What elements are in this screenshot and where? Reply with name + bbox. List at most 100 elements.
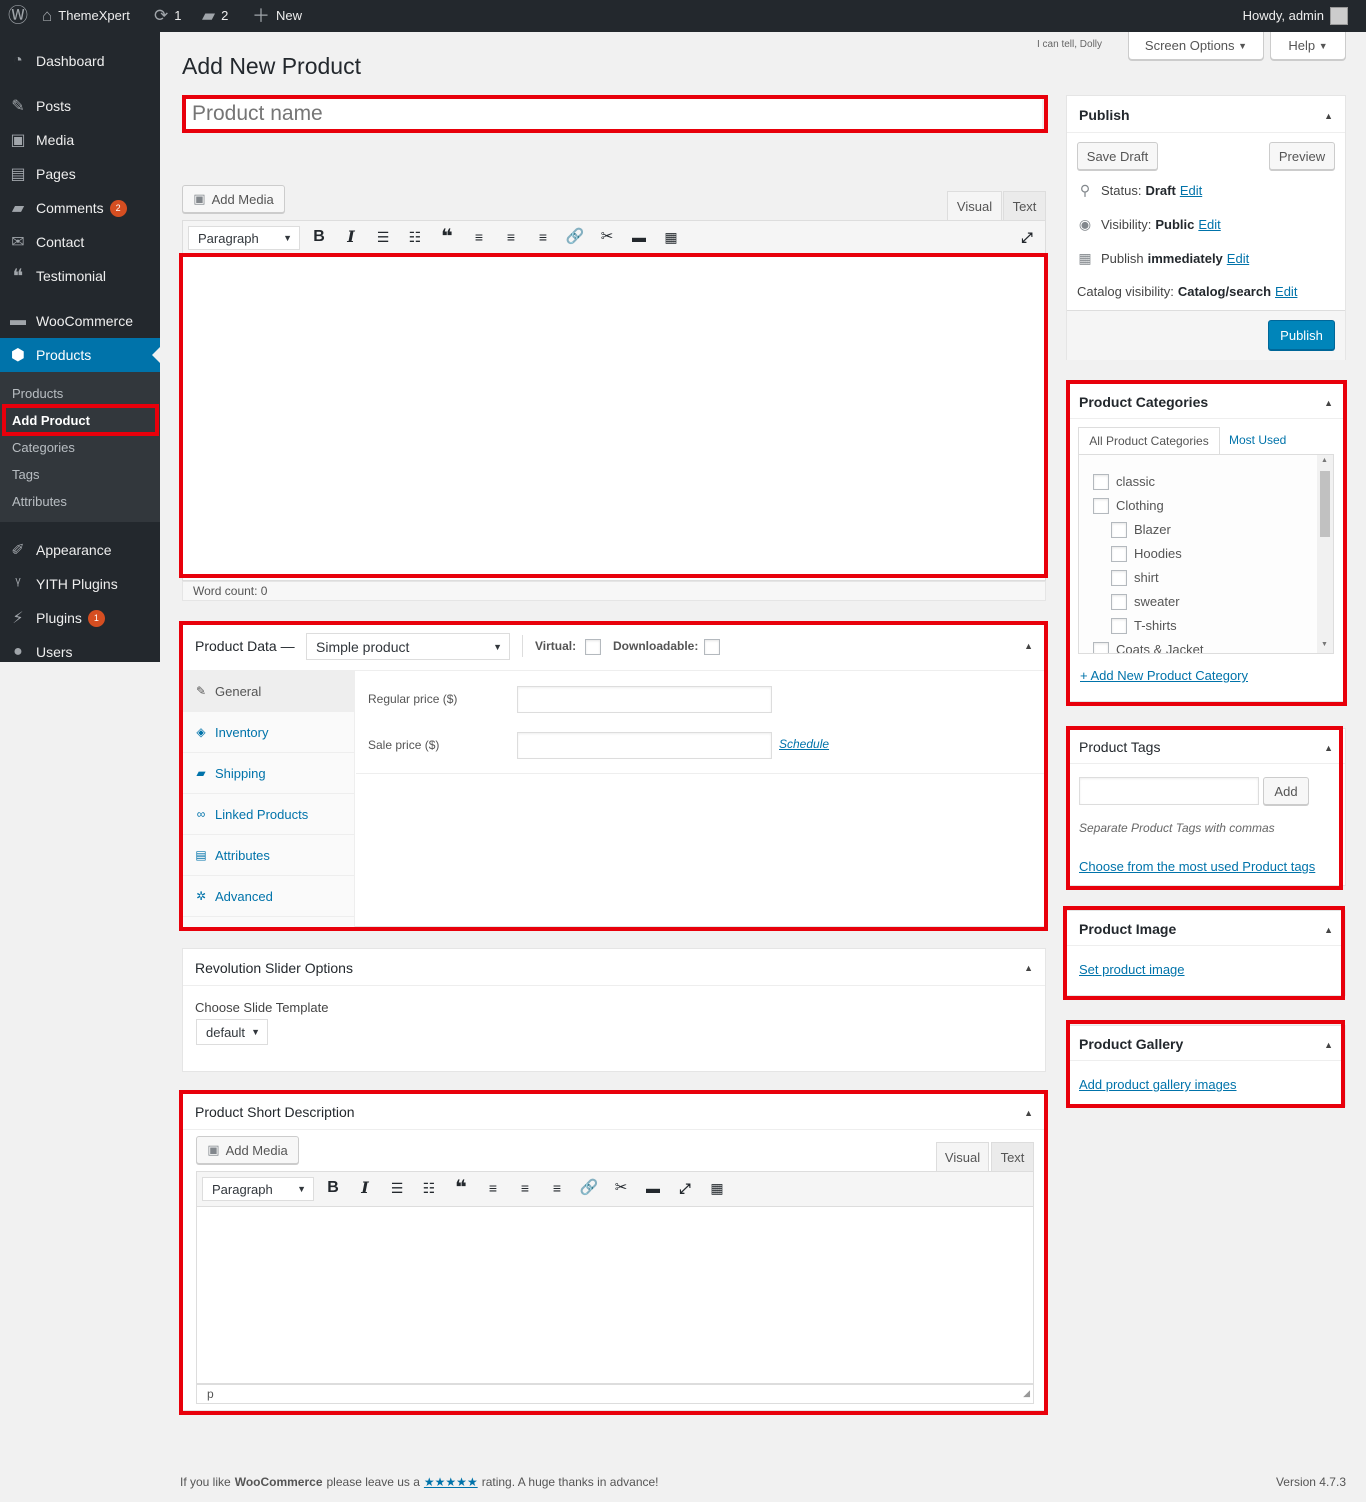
toggle-arrow-icon[interactable]: ▲ <box>1024 641 1033 651</box>
category-checkbox-t-shirts[interactable] <box>1111 618 1127 634</box>
submenu-add-product[interactable]: Add Product <box>12 413 90 428</box>
sidebar-item-products[interactable]: ⬢ Products <box>0 338 160 372</box>
submenu-attributes[interactable]: Attributes <box>12 494 67 509</box>
category-checkbox-classic[interactable] <box>1093 474 1109 490</box>
regular-price-input[interactable] <box>517 686 772 713</box>
sidebar-item-users[interactable]: ● Users <box>0 635 160 669</box>
tab-attributes[interactable]: ▤ Attributes <box>183 835 355 876</box>
tab-text[interactable]: Text <box>1003 191 1046 221</box>
format-select[interactable]: Paragraph <box>188 226 300 250</box>
add-media-button[interactable]: ▣ Add Media <box>196 1136 299 1164</box>
italic-icon[interactable]: I <box>341 227 361 247</box>
help-button[interactable]: Help ▼ <box>1270 32 1346 60</box>
category-checklist[interactable]: classic Clothing Blazer Hoodies shirt sw… <box>1078 454 1334 654</box>
toggle-arrow-icon[interactable]: ▲ <box>1324 925 1333 935</box>
fullscreen-icon[interactable]: ⤢ <box>1017 227 1037 247</box>
visibility-edit-link[interactable]: Edit <box>1198 217 1220 232</box>
catalog-visibility-edit-link[interactable]: Edit <box>1275 284 1297 299</box>
bold-icon[interactable]: B <box>309 227 329 247</box>
wordpress-logo-icon[interactable]: Ⓦ <box>8 0 28 32</box>
sale-price-input[interactable] <box>517 732 772 759</box>
scrollbar[interactable]: ▲ ▼ <box>1317 455 1333 653</box>
new-content-link[interactable]: ＋ New <box>252 0 302 32</box>
toolbar-toggle-icon[interactable]: ▦ <box>707 1178 727 1198</box>
tab-general[interactable]: ✎ General <box>183 671 355 712</box>
toggle-arrow-icon[interactable]: ▲ <box>1024 963 1033 973</box>
category-checkbox-coats-jacket[interactable] <box>1093 642 1109 653</box>
product-name-input[interactable] <box>186 99 1042 129</box>
sidebar-item-posts[interactable]: ✎ Posts <box>0 89 160 123</box>
content-editor-area[interactable] <box>182 256 1046 581</box>
set-product-image-link[interactable]: Set product image <box>1079 962 1185 977</box>
submenu-tags[interactable]: Tags <box>12 467 39 482</box>
product-type-select[interactable]: Simple product <box>306 633 510 660</box>
sidebar-item-plugins[interactable]: ⚡ Plugins 1 <box>0 601 160 635</box>
add-media-button[interactable]: ▣ Add Media <box>182 185 285 213</box>
blockquote-icon[interactable]: ❝ <box>437 227 457 247</box>
category-checkbox-sweater[interactable] <box>1111 594 1127 610</box>
scroll-up-icon[interactable]: ▲ <box>1321 457 1328 464</box>
toggle-arrow-icon[interactable]: ▲ <box>1324 398 1333 408</box>
bold-icon[interactable]: B <box>323 1178 343 1198</box>
submenu-products[interactable]: Products <box>12 386 63 401</box>
toggle-arrow-icon[interactable]: ▲ <box>1324 743 1333 753</box>
category-checkbox-blazer[interactable] <box>1111 522 1127 538</box>
read-more-icon[interactable]: ▬ <box>643 1178 663 1198</box>
tab-shipping[interactable]: ▰ Shipping <box>183 753 355 794</box>
publish-button[interactable]: Publish <box>1268 320 1335 350</box>
blockquote-icon[interactable]: ❝ <box>451 1178 471 1198</box>
preview-button[interactable]: Preview <box>1269 142 1335 170</box>
downloadable-checkbox[interactable] <box>704 639 720 655</box>
align-left-icon[interactable]: ≡ <box>469 227 489 247</box>
publish-time-edit-link[interactable]: Edit <box>1227 251 1249 266</box>
link-icon[interactable]: 🔗 <box>579 1178 599 1198</box>
sidebar-item-woocommerce[interactable]: ▬ WooCommerce <box>0 304 160 338</box>
save-draft-button[interactable]: Save Draft <box>1077 142 1158 170</box>
sidebar-item-comments[interactable]: ▰ Comments 2 <box>0 191 160 225</box>
sidebar-item-media[interactable]: ▣ Media <box>0 123 160 157</box>
category-checkbox-shirt[interactable] <box>1111 570 1127 586</box>
sidebar-item-appearance[interactable]: ✐ Appearance <box>0 533 160 567</box>
numbered-list-icon[interactable]: ☷ <box>405 227 425 247</box>
scroll-down-icon[interactable]: ▼ <box>1321 641 1328 648</box>
submenu-categories[interactable]: Categories <box>12 440 75 455</box>
toolbar-toggle-icon[interactable]: ▦ <box>661 227 681 247</box>
most-used-tags-link[interactable]: Choose from the most used Product tags <box>1079 859 1315 874</box>
align-right-icon[interactable]: ≡ <box>547 1178 567 1198</box>
tab-all-categories[interactable]: All Product Categories <box>1078 427 1220 455</box>
my-account-link[interactable]: Howdy, admin <box>1243 0 1348 32</box>
add-tag-button[interactable]: Add <box>1263 777 1309 805</box>
tag-input[interactable] <box>1079 777 1259 805</box>
tab-linked-products[interactable]: ∞ Linked Products <box>183 794 355 835</box>
schedule-link[interactable]: Schedule <box>779 737 829 751</box>
align-right-icon[interactable]: ≡ <box>533 227 553 247</box>
sidebar-item-yith-plugins[interactable]: ᵞ YITH Plugins <box>0 567 160 601</box>
toggle-arrow-icon[interactable]: ▲ <box>1024 1108 1033 1118</box>
status-edit-link[interactable]: Edit <box>1180 183 1202 198</box>
rating-stars-link[interactable]: ★★★★★ <box>424 1475 478 1489</box>
unlink-icon[interactable]: ✂ <box>611 1178 631 1198</box>
comments-link[interactable]: ▰ 2 <box>202 0 228 32</box>
sidebar-item-testimonial[interactable]: ❝ Testimonial <box>0 259 160 293</box>
toggle-arrow-icon[interactable]: ▲ <box>1324 111 1333 121</box>
category-checkbox-clothing[interactable] <box>1093 498 1109 514</box>
bullet-list-icon[interactable]: ☰ <box>387 1178 407 1198</box>
slide-template-select[interactable]: default <box>196 1019 268 1045</box>
tab-visual[interactable]: Visual <box>936 1142 989 1172</box>
align-center-icon[interactable]: ≡ <box>501 227 521 247</box>
virtual-checkbox[interactable] <box>585 639 601 655</box>
site-name-link[interactable]: ⌂ ThemeXpert <box>42 0 130 32</box>
tab-inventory[interactable]: ◈ Inventory <box>183 712 355 753</box>
unlink-icon[interactable]: ✂ <box>597 227 617 247</box>
updates-link[interactable]: ⟳ 1 <box>154 0 181 32</box>
align-left-icon[interactable]: ≡ <box>483 1178 503 1198</box>
toggle-arrow-icon[interactable]: ▲ <box>1324 1040 1333 1050</box>
tab-visual[interactable]: Visual <box>947 191 1002 221</box>
add-new-category-link[interactable]: + Add New Product Category <box>1080 668 1248 683</box>
tab-advanced[interactable]: ✲ Advanced <box>183 876 355 917</box>
resize-handle-icon[interactable]: ◢ <box>1023 1388 1030 1399</box>
numbered-list-icon[interactable]: ☷ <box>419 1178 439 1198</box>
format-select[interactable]: Paragraph <box>202 1177 314 1201</box>
sidebar-item-contact[interactable]: ✉ Contact <box>0 225 160 259</box>
read-more-icon[interactable]: ▬ <box>629 227 649 247</box>
